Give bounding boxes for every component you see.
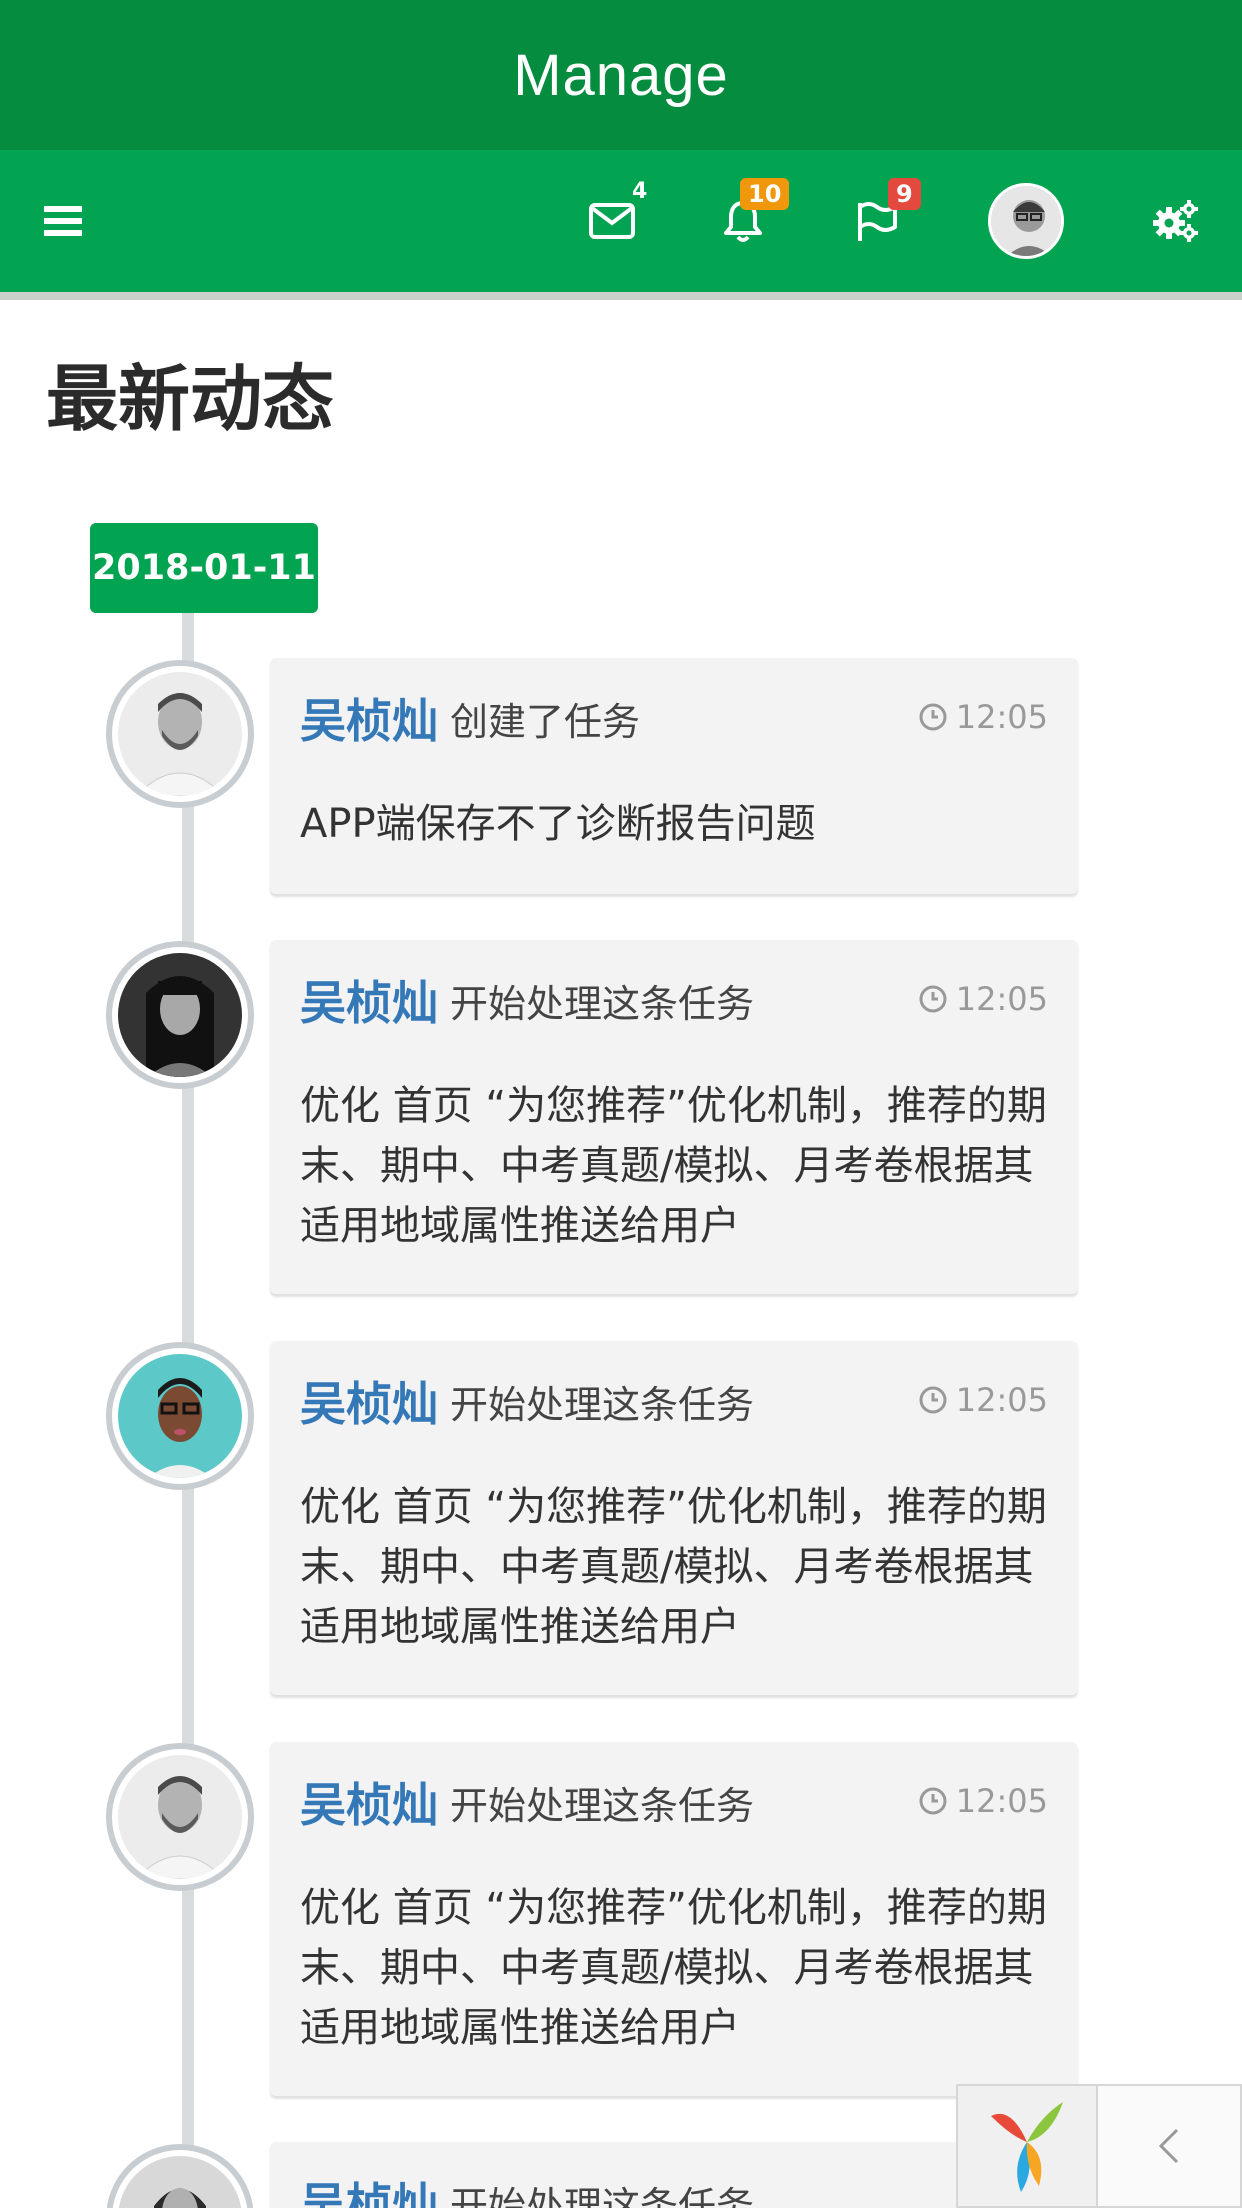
menu-button[interactable]: [40, 150, 86, 292]
timeline-card[interactable]: 吴桢灿 开始处理这条任务 12:05 优化 首页 “为您推荐”优化机制，推荐的期…: [270, 940, 1078, 1294]
card-action: 开始处理这条任务: [450, 2183, 755, 2208]
settings-button[interactable]: [1150, 150, 1200, 292]
card-body: 优化 首页 “为您推荐”优化机制，推荐的期末、期中、中考真题/模拟、月考卷根据其…: [300, 1484, 1047, 1650]
messages-button[interactable]: 4: [582, 150, 647, 292]
card-user-link[interactable]: 吴桢灿: [300, 1368, 438, 1434]
card-action: 开始处理这条任务: [450, 1783, 755, 1828]
flag-badge: 9: [888, 178, 921, 210]
title-bar: Manage: [0, 0, 1242, 150]
card-time-text: 12:05: [955, 1782, 1048, 1820]
card-time: 12:05: [918, 698, 1048, 736]
card-user-link[interactable]: 吴桢灿: [300, 2169, 438, 2208]
timeline-card[interactable]: 吴桢灿 创建了任务 12:05 APP端保存不了诊断报告问题: [270, 658, 1078, 894]
notifications-button[interactable]: 10: [718, 150, 790, 292]
user-menu-button[interactable]: [986, 150, 1066, 292]
card-action: 开始处理这条任务: [450, 1382, 755, 1427]
card-body: 优化 首页 “为您推荐”优化机制，推荐的期末、期中、中考真题/模拟、月考卷根据其…: [300, 1885, 1047, 2051]
mail-badge: 4: [632, 179, 648, 204]
floating-toolbar: [956, 2084, 1242, 2208]
timeline-card[interactable]: 吴桢灿 开始处理这条任务 12:05 优化 首页 “为您推荐”优化机制，推荐的期…: [270, 1742, 1078, 2096]
clock-icon: [919, 1787, 947, 1815]
avatar: [988, 183, 1064, 259]
app-title: Manage: [513, 42, 729, 108]
chevron-left-icon: [1158, 2128, 1179, 2164]
card-action: 创建了任务: [450, 699, 641, 744]
card-time-text: 12:05: [955, 698, 1048, 736]
clock-icon: [919, 1386, 947, 1414]
avatar[interactable]: [106, 660, 254, 808]
toolbar: 4 10 9: [0, 150, 1242, 300]
card-time-text: 12:05: [955, 980, 1048, 1018]
card-time-text: 12:05: [955, 1381, 1048, 1419]
timeline-date-tag: 2018-01-11: [90, 523, 318, 613]
page-title: 最新动态: [46, 357, 335, 441]
avatar[interactable]: [106, 1342, 254, 1490]
card-time: 12:05: [918, 1381, 1048, 1419]
yii-logo-icon: [991, 2102, 1063, 2192]
clock-icon: [919, 703, 947, 731]
envelope-icon: [589, 203, 635, 239]
clock-icon: [919, 985, 947, 1013]
card-body: 优化 首页 “为您推荐”优化机制，推荐的期末、期中、中考真题/模拟、月考卷根据其…: [300, 1083, 1047, 1249]
card-time: 12:05: [918, 980, 1048, 1018]
timeline-card[interactable]: 吴桢灿 开始处理这条任务 12:05 优化 首页 “为您推荐”优化机制，推荐的期…: [270, 1341, 1078, 1695]
card-user-link[interactable]: 吴桢灿: [300, 1769, 438, 1835]
card-body: APP端保存不了诊断报告问题: [300, 801, 816, 847]
avatar[interactable]: [106, 1743, 254, 1891]
avatar[interactable]: [106, 2144, 254, 2208]
card-user-link[interactable]: 吴桢灿: [300, 967, 438, 1033]
framework-logo[interactable]: [958, 2086, 1098, 2206]
card-action: 开始处理这条任务: [450, 981, 755, 1026]
hamburger-icon: [44, 206, 82, 236]
bell-badge: 10: [740, 178, 790, 210]
card-time: 12:05: [918, 1782, 1048, 1820]
tasks-button[interactable]: 9: [852, 150, 921, 292]
card-user-link[interactable]: 吴桢灿: [300, 685, 438, 751]
collapse-button[interactable]: [1098, 2086, 1240, 2206]
avatar[interactable]: [106, 941, 254, 1089]
gears-icon: [1153, 200, 1198, 242]
